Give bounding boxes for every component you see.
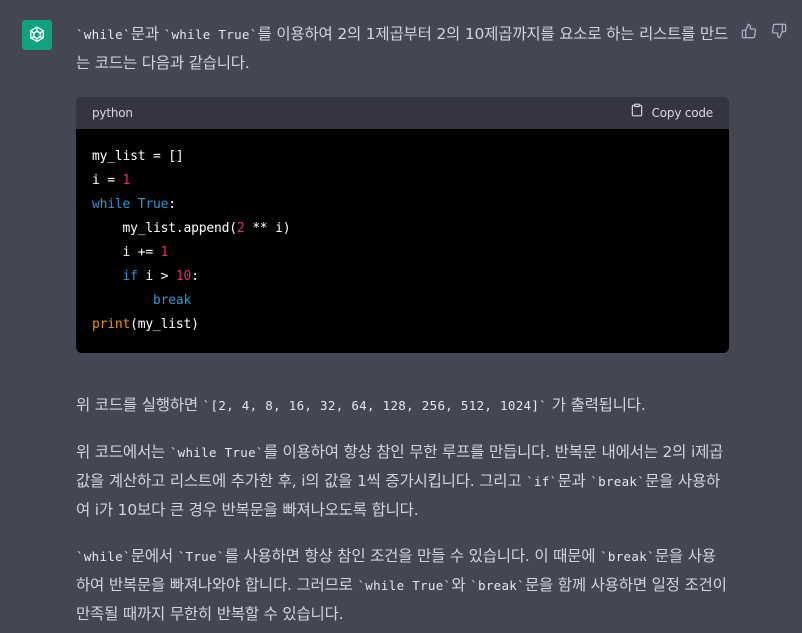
code-number: 1: [160, 245, 169, 260]
code-text: i +=: [92, 245, 161, 260]
inline-code: `True`: [177, 549, 225, 564]
code-number: 2: [236, 221, 245, 236]
code-text: i >: [137, 269, 176, 284]
code-line: i += 1: [92, 245, 169, 260]
code-text: (my_list): [130, 317, 199, 332]
explanation-paragraph-2: `while`문에서 `True`를 사용하면 항상 참인 조건을 만들 수 있…: [76, 542, 729, 628]
code-body: my_list = [] i = 1 while True: my_list.a…: [76, 129, 729, 353]
code-text: ** i): [244, 221, 291, 236]
thumbs-down-icon[interactable]: [770, 22, 788, 40]
message-content: `while`문과 `while True`를 이용하여 2의 1제곱부터 2의…: [76, 20, 729, 628]
explanation-section: 위 코드를 실행하면 `[2, 4, 8, 16, 32, 64, 128, 2…: [76, 391, 729, 628]
code-line: break: [92, 293, 191, 308]
intro-text: 문과: [130, 25, 164, 43]
result-text: 가 출력됩니다.: [547, 396, 646, 414]
code-keyword: while: [92, 197, 131, 212]
code-header: python Copy code: [76, 97, 729, 129]
code-text: my_list.append(: [92, 221, 238, 236]
explanation-text: 와: [451, 576, 471, 594]
code-language: python: [92, 106, 133, 120]
explanation-text: 문과: [557, 472, 591, 490]
code-line: if i > 10:: [92, 269, 200, 284]
inline-code: `while True`: [163, 27, 258, 42]
copy-code-button[interactable]: Copy code: [630, 99, 713, 127]
copy-code-label: Copy code: [651, 106, 714, 120]
clipboard-icon: [630, 99, 644, 127]
inline-code: `[2, 4, 8, 16, 32, 64, 128, 256, 512, 10…: [202, 398, 547, 413]
code-text: :: [168, 197, 176, 212]
code-number: 10: [175, 269, 192, 284]
code-keyword: break: [153, 293, 192, 308]
intro-paragraph: `while`문과 `while True`를 이용하여 2의 1제곱부터 2의…: [76, 20, 729, 77]
chatgpt-logo-icon: [22, 20, 52, 50]
explanation-text: 문에서: [130, 547, 178, 565]
code-line: print(my_list): [92, 317, 199, 332]
explanation-paragraph: 위 코드에서는 `while True`를 이용하여 항상 참인 무한 루프를 …: [76, 438, 729, 524]
code-line: my_list = []: [92, 149, 184, 164]
inline-code: `while True`: [357, 578, 452, 593]
code-text: i =: [92, 173, 123, 188]
inline-code: `while True`: [169, 445, 264, 460]
code-text: :: [191, 269, 199, 284]
inline-code: `break`: [590, 474, 646, 489]
code-line: my_list.append(2 ** i): [92, 221, 291, 236]
result-text: 위 코드를 실행하면: [76, 396, 203, 414]
code-line: while True:: [92, 197, 176, 212]
code-builtin: print: [92, 317, 131, 332]
inline-code: `break`: [600, 549, 655, 564]
message-actions: [740, 22, 788, 40]
assistant-message: `while`문과 `while True`를 이용하여 2의 1제곱부터 2의…: [0, 0, 802, 633]
code-keyword: True: [137, 197, 169, 212]
thumbs-up-icon[interactable]: [740, 22, 758, 40]
inline-code: `while`: [76, 27, 131, 42]
code-block: python Copy code my_list = [] i = 1 whil…: [76, 97, 729, 353]
code-text: my_list = []: [92, 149, 184, 164]
explanation-text: 를 사용하면 항상 참인 조건을 만들 수 있습니다. 이 때문에: [224, 547, 601, 565]
inline-code: `break`: [470, 578, 525, 593]
explanation-text: 위 코드에서는: [76, 443, 170, 461]
code-line: i = 1: [92, 173, 130, 188]
code-number: 1: [122, 173, 131, 188]
result-paragraph: 위 코드를 실행하면 `[2, 4, 8, 16, 32, 64, 128, 2…: [76, 391, 729, 420]
code-keyword: if: [122, 269, 138, 284]
inline-code: `while`: [76, 549, 131, 564]
inline-code: `if`: [526, 474, 558, 489]
